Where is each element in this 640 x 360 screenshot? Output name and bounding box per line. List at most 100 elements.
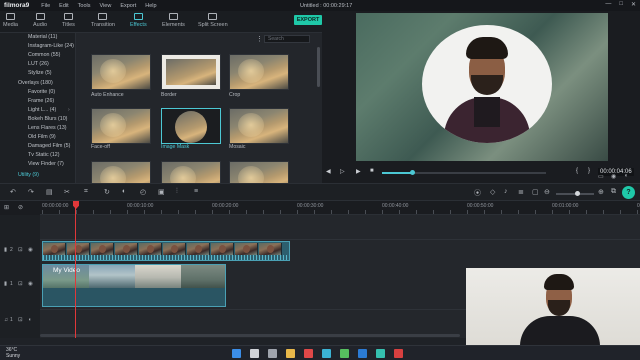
green-screen-icon[interactable]: ▣ — [158, 188, 165, 196]
color-icon[interactable]: ◐ — [122, 188, 126, 195]
filmora-taskbar-icon[interactable] — [376, 349, 385, 358]
undo-icon[interactable]: ↶ — [10, 188, 16, 196]
category-item-overlays[interactable]: Overlays (180) — [18, 80, 53, 86]
category-item[interactable]: LUT (26) — [28, 61, 49, 67]
category-item[interactable]: Lens Flares (13) — [28, 125, 67, 131]
timeline-scrollbar[interactable] — [40, 334, 460, 337]
voiceover-icon[interactable]: ≣ — [518, 188, 524, 196]
tab-elements[interactable]: Elements — [162, 13, 185, 28]
category-item[interactable]: Stylize (5) — [28, 70, 52, 76]
menu-export[interactable]: Export — [120, 3, 136, 9]
monitor-icon[interactable]: ▭ — [598, 173, 604, 180]
effect-thumbnail-auto-enhance[interactable] — [91, 54, 151, 90]
task-view-icon[interactable] — [268, 349, 277, 358]
category-item[interactable]: Bokeh Blurs (10) — [28, 116, 67, 122]
delete-icon[interactable]: ▤ — [46, 188, 53, 196]
lock-icon[interactable]: ⊡ — [18, 317, 23, 323]
eye-icon[interactable]: ◉ — [28, 247, 33, 253]
zoom-in-icon[interactable]: ⊕ — [598, 188, 604, 196]
close-button[interactable]: ✕ — [631, 1, 636, 8]
step-back-icon[interactable]: ◀ — [326, 168, 331, 175]
category-item[interactable]: Old Film (9) — [28, 134, 56, 140]
effect-thumbnail-border[interactable] — [161, 54, 221, 90]
play-reverse-icon[interactable]: ▷ — [340, 168, 345, 175]
effect-thumbnail[interactable] — [161, 161, 221, 183]
maximize-button[interactable]: □ — [619, 1, 623, 8]
tab-media[interactable]: Media — [3, 13, 18, 28]
render-icon[interactable]: ⦿ — [474, 188, 481, 198]
lock-icon[interactable]: ⊡ — [18, 247, 23, 253]
redo-icon[interactable]: ↷ — [28, 188, 34, 196]
mark-out-icon[interactable]: } — [588, 168, 590, 174]
category-item[interactable]: Favorite (0) — [28, 89, 55, 95]
tab-titles[interactable]: Titles — [62, 13, 75, 28]
fit-icon[interactable]: ⧉ — [611, 188, 616, 196]
menu-view[interactable]: View — [100, 3, 112, 9]
camera-icon[interactable]: ◉ — [611, 173, 616, 180]
help-button[interactable]: ? — [622, 186, 635, 199]
chrome-icon[interactable] — [304, 349, 313, 358]
category-item[interactable]: Light L... (4) — [28, 107, 56, 113]
playhead-line[interactable] — [75, 208, 76, 338]
rotate-icon[interactable]: ↻ — [104, 188, 110, 196]
tab-effects[interactable]: Effects — [130, 13, 147, 28]
effect-thumbnail-mosaic[interactable] — [229, 108, 289, 144]
snapshot-icon[interactable]: ▢ — [532, 188, 539, 196]
category-item[interactable]: Damaged Film (5) — [28, 143, 70, 149]
effect-thumbnail-image-mask[interactable] — [161, 108, 221, 144]
category-item[interactable]: View Finder (7) — [28, 161, 64, 167]
link-icon[interactable]: ⊘ — [18, 204, 23, 211]
seek-handle[interactable] — [409, 170, 415, 175]
category-item[interactable]: Common (55) — [28, 52, 60, 58]
menu-help[interactable]: Help — [145, 3, 156, 9]
preview-video[interactable] — [356, 13, 608, 161]
search-icon[interactable] — [250, 349, 259, 358]
menu-tools[interactable]: Tools — [78, 3, 91, 9]
menu-file[interactable]: File — [41, 3, 50, 9]
timeline-ruler[interactable]: 00:00:00:00 00:00:10:00 00:00:20:00 00:00:3… — [40, 201, 640, 215]
speaker-icon[interactable]: ◖ — [28, 317, 31, 323]
lock-icon[interactable]: ⊡ — [18, 281, 23, 287]
timeline-zoom-handle[interactable] — [574, 191, 580, 196]
tab-split-screen[interactable]: Split Screen — [198, 13, 228, 28]
edge-icon[interactable] — [322, 349, 331, 358]
start-icon[interactable] — [232, 349, 241, 358]
app-icon[interactable] — [340, 349, 349, 358]
audio-mixer-icon[interactable]: ⫶ — [176, 188, 178, 196]
effect-thumbnail-crop[interactable] — [229, 54, 289, 90]
effect-thumbnail[interactable] — [229, 161, 289, 183]
stop-icon[interactable]: ■ — [370, 168, 374, 174]
minimize-button[interactable]: — — [605, 1, 611, 8]
category-item-utility[interactable]: Utility (9) — [18, 172, 39, 178]
speed-icon[interactable]: ◴ — [140, 188, 146, 196]
adjust-icon[interactable]: ≡ — [194, 188, 198, 195]
app-icon[interactable] — [394, 349, 403, 358]
file-explorer-icon[interactable] — [286, 349, 295, 358]
crop-icon[interactable]: ⌗ — [84, 188, 88, 196]
microphone-icon[interactable]: ♪ — [504, 188, 508, 195]
category-item[interactable]: Material (11) — [28, 34, 57, 40]
volume-icon[interactable]: ◖ — [624, 173, 628, 179]
grid-scrollbar[interactable] — [317, 47, 320, 87]
cut-icon[interactable]: ✂ — [64, 188, 70, 196]
video-clip-track-1[interactable]: My Video — [42, 264, 226, 307]
export-button[interactable]: EXPORT — [294, 15, 322, 25]
category-item[interactable]: Instagram-Like (24) — [28, 43, 74, 49]
mark-in-icon[interactable]: { — [576, 168, 578, 174]
add-track-icon[interactable]: ⊞ — [4, 204, 9, 211]
effect-thumbnail-face-off[interactable] — [91, 108, 151, 144]
effect-thumbnail[interactable] — [91, 161, 151, 183]
vscode-icon[interactable] — [358, 349, 367, 358]
video-clip-track-2[interactable] — [42, 241, 290, 261]
eye-icon[interactable]: ◉ — [28, 281, 33, 287]
weather-widget[interactable]: 36°C Sunny — [6, 347, 20, 359]
menu-edit[interactable]: Edit — [59, 3, 68, 9]
tab-transition[interactable]: Transition — [91, 13, 115, 28]
marker-icon[interactable]: ◇ — [490, 188, 495, 196]
tab-audio[interactable]: Audio — [33, 13, 47, 28]
category-item[interactable]: Frame (26) — [28, 98, 54, 104]
zoom-out-icon[interactable]: ⊖ — [544, 188, 550, 196]
play-icon[interactable]: ▶ — [356, 168, 361, 175]
effects-search-input[interactable]: Search — [264, 35, 310, 43]
category-item[interactable]: Tv Static (12) — [28, 152, 60, 158]
